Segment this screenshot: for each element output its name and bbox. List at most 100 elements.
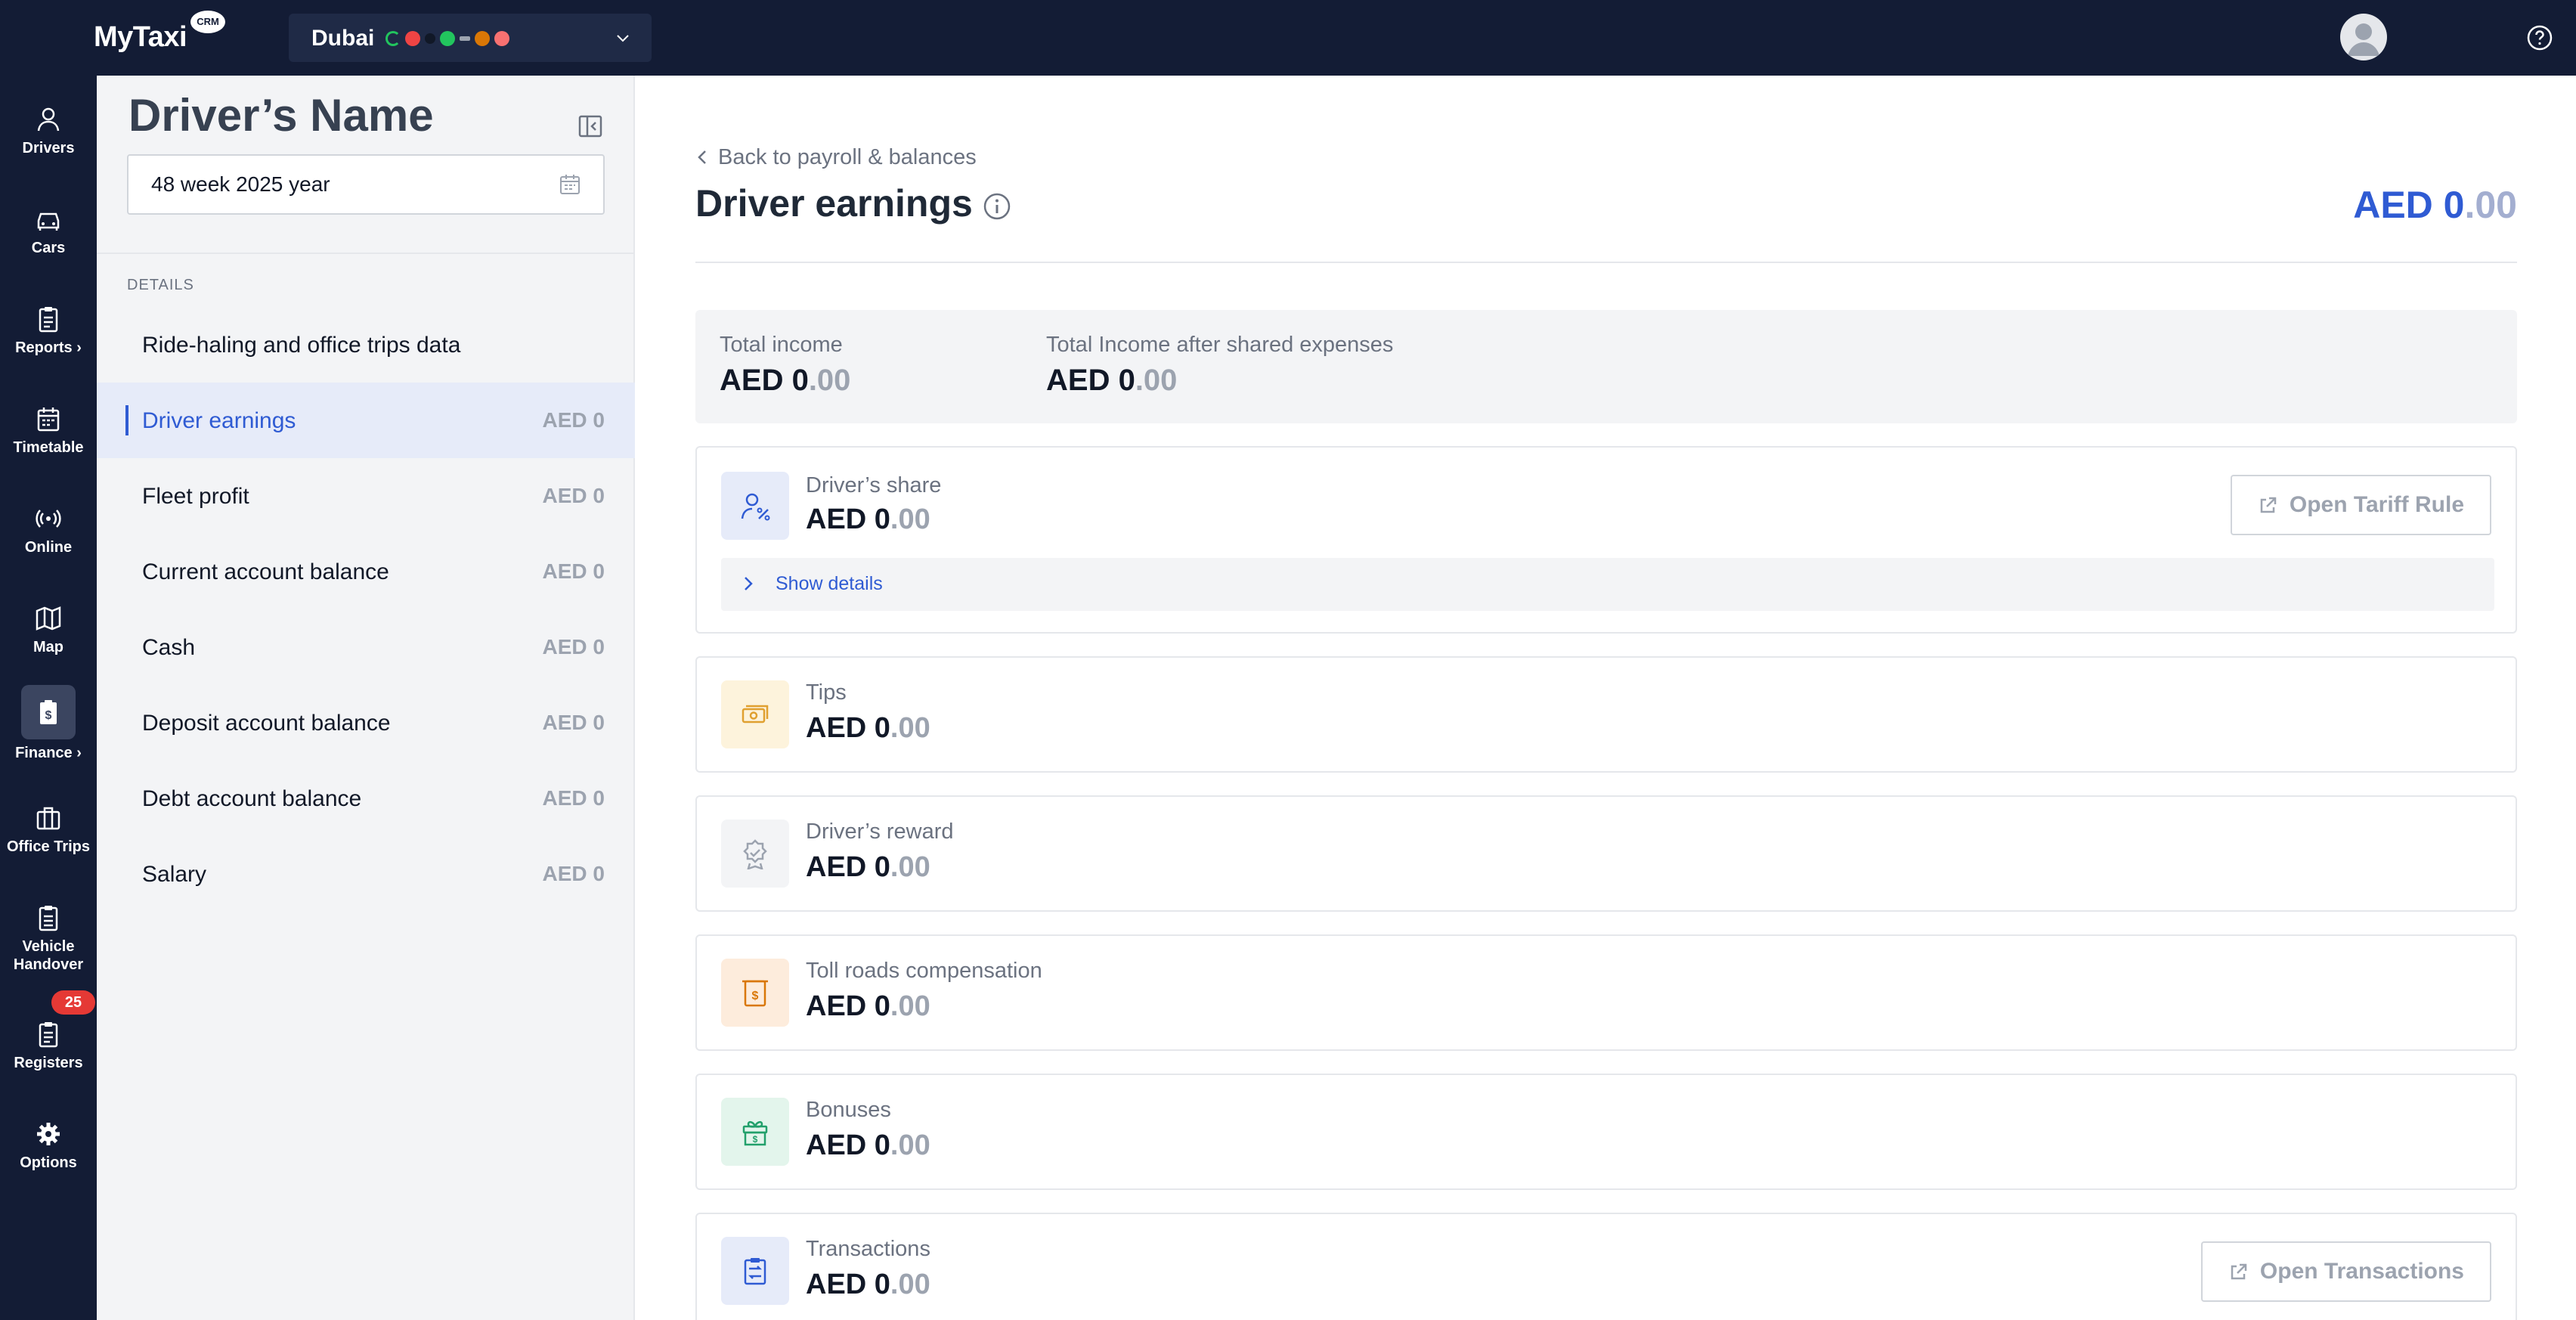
- details-item-value: AED 0: [542, 711, 605, 734]
- card-value: AED 0.00: [806, 851, 930, 884]
- nav-label: Cars: [31, 240, 66, 256]
- open-tariff-rule-button[interactable]: Open Tariff Rule: [2230, 475, 2491, 535]
- service-icon-dark: [425, 33, 435, 44]
- register-icon: [39, 1022, 58, 1048]
- card-label: Transactions: [806, 1237, 930, 1261]
- nav-label: Online: [24, 539, 73, 556]
- details-item-label: Cash: [142, 635, 196, 660]
- nav-vehicle-handover[interactable]: Vehicle Handover: [0, 894, 97, 992]
- income-after-shared-label: Total Income after shared expenses: [1046, 333, 1394, 357]
- amount-main: AED 0: [806, 1269, 890, 1300]
- nav-map[interactable]: Map: [0, 594, 97, 677]
- service-icon-red: [405, 31, 420, 46]
- briefcase-icon: [36, 807, 60, 830]
- tips-card: Tips AED 0.00: [695, 656, 2517, 773]
- transactions-icon: [721, 1237, 789, 1305]
- card-label: Driver’s reward: [806, 820, 954, 844]
- amount-main: AED 0: [806, 504, 890, 535]
- income-after-shared-value: AED 0.00: [1046, 364, 1393, 398]
- details-item-label: Deposit account balance: [142, 711, 391, 736]
- details-item-value: AED 0: [542, 559, 605, 583]
- open-tariff-rule-label: Open Tariff Rule: [2289, 492, 2464, 517]
- details-item-salary[interactable]: Salary AED 0: [97, 836, 635, 912]
- nav-label: Map: [33, 639, 63, 655]
- amount-main: AED 0: [806, 851, 890, 883]
- driver-name: Driver’s Name: [128, 90, 434, 141]
- toll-roads-card: $ Toll roads compensation AED 0.00: [695, 934, 2517, 1051]
- svg-text:$: $: [45, 709, 52, 722]
- amount-decimals: .00: [890, 1129, 930, 1161]
- toll-receipt-icon: $: [721, 959, 789, 1027]
- bonuses-card: $ Bonuses AED 0.00: [695, 1074, 2517, 1190]
- nav-drivers[interactable]: Drivers: [0, 95, 97, 178]
- amount-decimals: .00: [890, 1269, 930, 1300]
- drivers-share-card: Driver’s share AED 0.00 Open Tariff Rule…: [695, 446, 2517, 634]
- total-income-label: Total income: [720, 333, 843, 357]
- nav-timetable[interactable]: Timetable: [0, 395, 97, 478]
- service-icon-pink: [494, 31, 509, 46]
- details-item-deposit-account[interactable]: Deposit account balance AED 0: [97, 685, 635, 761]
- details-section-label: DETAILS: [127, 277, 194, 293]
- amount-main: AED 0: [806, 990, 890, 1022]
- details-panel: Driver’s Name 48 week 2025 year DETAILS …: [97, 76, 635, 1320]
- divider: [695, 262, 2517, 263]
- details-item-label: Current account balance: [142, 559, 389, 584]
- details-item-debt-account[interactable]: Debt account balance AED 0: [97, 761, 635, 836]
- car-icon: [37, 212, 60, 231]
- gift-icon: $: [721, 1098, 789, 1166]
- details-item-label: Debt account balance: [142, 786, 362, 811]
- svg-text:$: $: [753, 1134, 758, 1145]
- amount-main: AED 0: [806, 1129, 890, 1161]
- card-label: Tips: [806, 680, 847, 705]
- details-item-value: AED 0: [542, 862, 605, 885]
- details-item-label: Driver earnings: [142, 408, 296, 433]
- details-item-cash[interactable]: Cash AED 0: [97, 609, 635, 685]
- external-link-icon: [2260, 497, 2277, 513]
- details-item-value: AED 0: [542, 786, 605, 810]
- transactions-card: Transactions AED 0.00 Open Transactions: [695, 1213, 2517, 1320]
- card-label: Bonuses: [806, 1098, 891, 1122]
- svg-text:$: $: [752, 990, 759, 1002]
- amount-decimals: .00: [1135, 364, 1178, 397]
- details-item-current-account[interactable]: Current account balance AED 0: [97, 534, 635, 609]
- city-select[interactable]: Dubai: [289, 14, 652, 62]
- amount-main: AED 0: [806, 712, 890, 744]
- nav-office-trips[interactable]: Office Trips: [0, 794, 97, 877]
- main-content: Back to payroll & balances Driver earnin…: [635, 76, 2576, 1320]
- nav-registers[interactable]: Registers: [0, 1010, 97, 1093]
- show-details-toggle[interactable]: Show details: [721, 558, 2494, 611]
- details-item-value: AED 0: [542, 484, 605, 507]
- service-status-icons: [385, 30, 509, 47]
- help-icon[interactable]: [2526, 24, 2553, 51]
- calendar-icon[interactable]: [558, 172, 582, 197]
- city-name: Dubai: [311, 26, 375, 51]
- nav-finance[interactable]: $ Finance ›: [0, 685, 97, 768]
- app-logo[interactable]: MyTaxi: [94, 21, 187, 54]
- details-item-fleet-profit[interactable]: Fleet profit AED 0: [97, 458, 635, 534]
- card-label: Toll roads compensation: [806, 959, 1042, 983]
- nav-reports[interactable]: Reports ›: [0, 295, 97, 378]
- nav-online[interactable]: Online: [0, 494, 97, 578]
- user-avatar[interactable]: [2340, 14, 2387, 60]
- amount-decimals: .00: [890, 712, 930, 744]
- nav-label: Drivers: [22, 140, 75, 156]
- nav-options[interactable]: Options: [0, 1110, 97, 1193]
- amount-decimals: .00: [808, 364, 851, 397]
- details-item-driver-earnings[interactable]: Driver earnings AED 0: [97, 383, 635, 458]
- amount-decimals: .00: [890, 851, 930, 883]
- drivers-reward-card: Driver’s reward AED 0.00: [695, 795, 2517, 912]
- open-transactions-button[interactable]: Open Transactions: [2200, 1241, 2491, 1302]
- info-icon[interactable]: [983, 192, 1011, 221]
- week-picker-input[interactable]: 48 week 2025 year: [127, 154, 605, 215]
- nav-label: Registers: [14, 1055, 83, 1071]
- details-item-ride-hailing[interactable]: Ride-haling and office trips data: [97, 307, 635, 383]
- details-item-value: AED 0: [542, 408, 605, 432]
- card-value: AED 0.00: [806, 712, 930, 745]
- nav-label-line2: Handover: [13, 956, 84, 973]
- card-label: Driver’s share: [806, 473, 942, 497]
- nav-cars[interactable]: Cars: [0, 195, 97, 278]
- week-value: 48 week 2025 year: [151, 172, 330, 196]
- income-summary: Total income AED 0.00 Total Income after…: [695, 310, 2517, 423]
- collapse-panel-icon[interactable]: [577, 113, 603, 139]
- page-title: Driver earnings: [695, 182, 973, 225]
